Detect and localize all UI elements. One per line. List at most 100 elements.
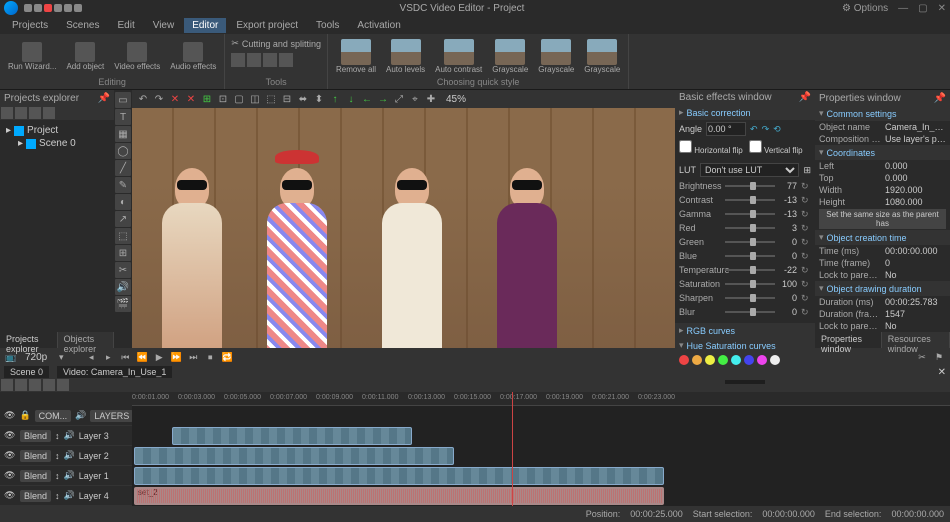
property-row[interactable]: Left0.000 [815,160,950,172]
viewport-tool[interactable]: ⊟ [280,92,294,106]
lut-add-icon[interactable]: ⊞ [803,165,811,176]
explorer-tool[interactable] [29,107,41,119]
slider-track[interactable] [725,283,775,285]
skip-fwd-button[interactable]: ⏭ [186,350,200,364]
viewport-tool[interactable]: ⬚ [264,92,278,106]
viewport-tool[interactable]: ⬌ [296,92,310,106]
color-swatch[interactable] [731,355,741,365]
reset-icon[interactable]: ↻ [801,307,811,318]
vflip-checkbox[interactable]: Vertical flip [749,140,803,155]
palette-tool[interactable]: ✎ [115,177,131,193]
style-grayscale[interactable]: Grayscale [488,37,532,76]
play-button[interactable]: ▶ [152,350,166,364]
menu-scenes[interactable]: Scenes [58,18,107,33]
rotate-ccw-icon[interactable]: ↶ [750,124,758,135]
palette-tool[interactable]: ▭ [115,92,131,108]
explorer-tool[interactable] [15,107,27,119]
tool-btn-2[interactable] [247,53,261,67]
track-label[interactable]: 👁🔒COM...🔊LAYERS [0,406,132,426]
palette-tool[interactable]: ⬚ [115,228,131,244]
palette-tool[interactable]: ◐ [115,194,131,210]
viewport-tool[interactable]: ✕ [184,92,198,106]
tl-tool[interactable] [43,379,55,391]
scene-tab[interactable]: Scene 0 [4,366,49,378]
ribbon-audio-effects[interactable]: Audio effects [166,40,220,73]
ribbon-video-effects[interactable]: Video effects [110,40,164,73]
track-label[interactable]: 👁Blend↕🔊Layer 1 [0,466,132,486]
viewport-tool[interactable]: ← [360,92,374,106]
explorer-tab[interactable]: Projects explorer [0,332,58,348]
style-remove-all[interactable]: Remove all [332,37,380,76]
reset-icon[interactable]: ↻ [801,223,811,234]
rotate-cw-icon[interactable]: ↷ [762,124,770,135]
style-auto-levels[interactable]: Auto levels [382,37,429,76]
property-row[interactable]: Composition modeUse layer's properties [815,133,950,145]
style-grayscale[interactable]: Grayscale [580,37,624,76]
palette-tool[interactable]: 🔊 [115,279,131,295]
slider-track[interactable] [725,213,775,215]
track-label[interactable]: 👁Blend↕🔊Layer 3 [0,426,132,446]
rewind-button[interactable]: ⏪ [135,350,149,364]
viewport-tool[interactable]: → [376,92,390,106]
viewport-tool[interactable]: ↶ [136,92,150,106]
marker-button[interactable]: ⚑ [932,350,946,364]
basic-correction-header[interactable]: ▸Basic correction [675,105,815,120]
palette-tool[interactable]: T [115,109,131,125]
hue-sat-header[interactable]: ▾Hue Saturation curves [675,338,815,353]
reset-icon[interactable]: ↻ [801,279,811,290]
zoom-level[interactable]: 45% [440,94,472,105]
tl-tool[interactable] [1,379,13,391]
color-swatch[interactable] [770,355,780,365]
viewport-tool[interactable]: ↷ [152,92,166,106]
playhead[interactable] [512,392,513,506]
style-auto-contrast[interactable]: Auto contrast [431,37,486,76]
audio-clip[interactable]: set_2 [134,487,664,505]
options-button[interactable]: ⚙ Options [842,3,888,14]
props-tab[interactable]: Properties window [815,332,882,348]
pin-icon[interactable]: 📌 [98,93,110,104]
track-label[interactable]: 👁Blend↕🔊Layer 4 [0,486,132,506]
tl-tool[interactable] [57,379,69,391]
skip-back-button[interactable]: ⏮ [118,350,132,364]
clip-tab[interactable]: Video: Camera_In_Use_1 [57,366,172,378]
quality-select[interactable]: 720p [21,352,51,363]
color-swatch[interactable] [705,355,715,365]
property-row[interactable]: Time (frame)0 [815,257,950,269]
slider-track[interactable] [725,297,775,299]
track-label[interactable]: 👁Blend↕🔊Layer 2 [0,446,132,466]
slider-track[interactable] [725,227,775,229]
color-swatch[interactable] [692,355,702,365]
viewport-tool[interactable]: ✕ [168,92,182,106]
tl-tool[interactable] [15,379,27,391]
viewport-tool[interactable]: ⌖ [408,92,422,106]
menu-tools[interactable]: Tools [308,18,347,33]
menu-export-project[interactable]: Export project [228,18,306,33]
minimize-button[interactable]: — [898,3,908,14]
viewport-tool[interactable]: ◫ [248,92,262,106]
loop-button[interactable]: 🔁 [220,350,234,364]
qa-open[interactable] [34,4,42,12]
viewport-tool[interactable]: ⬍ [312,92,326,106]
slider-track[interactable] [725,241,775,243]
prev-frame-button[interactable]: ◂ [84,350,98,364]
explorer-tab[interactable]: Objects explorer [58,332,114,348]
next-frame-button[interactable]: ▸ [101,350,115,364]
lut-select[interactable]: Don't use LUT [700,163,799,177]
angle-input[interactable] [706,122,746,136]
timeline-close-icon[interactable]: ✕ [938,367,946,378]
reset-angle-icon[interactable]: ⟲ [773,124,781,135]
close-button[interactable]: ✕ [938,3,946,14]
tool-btn-3[interactable] [263,53,277,67]
style-grayscale[interactable]: Grayscale [534,37,578,76]
color-swatch[interactable] [757,355,767,365]
qa-save[interactable] [54,4,62,12]
palette-tool[interactable]: ▦ [115,126,131,142]
palette-tool[interactable]: 🎬 [115,296,131,312]
cut-button[interactable]: ✂ [915,350,929,364]
property-row[interactable]: Height1080.000 [815,196,950,208]
slider-track[interactable] [725,199,775,201]
tool-btn-1[interactable] [231,53,245,67]
pin-icon[interactable]: 📌 [799,92,811,103]
palette-tool[interactable]: ✂ [115,262,131,278]
palette-tool[interactable]: ↗ [115,211,131,227]
